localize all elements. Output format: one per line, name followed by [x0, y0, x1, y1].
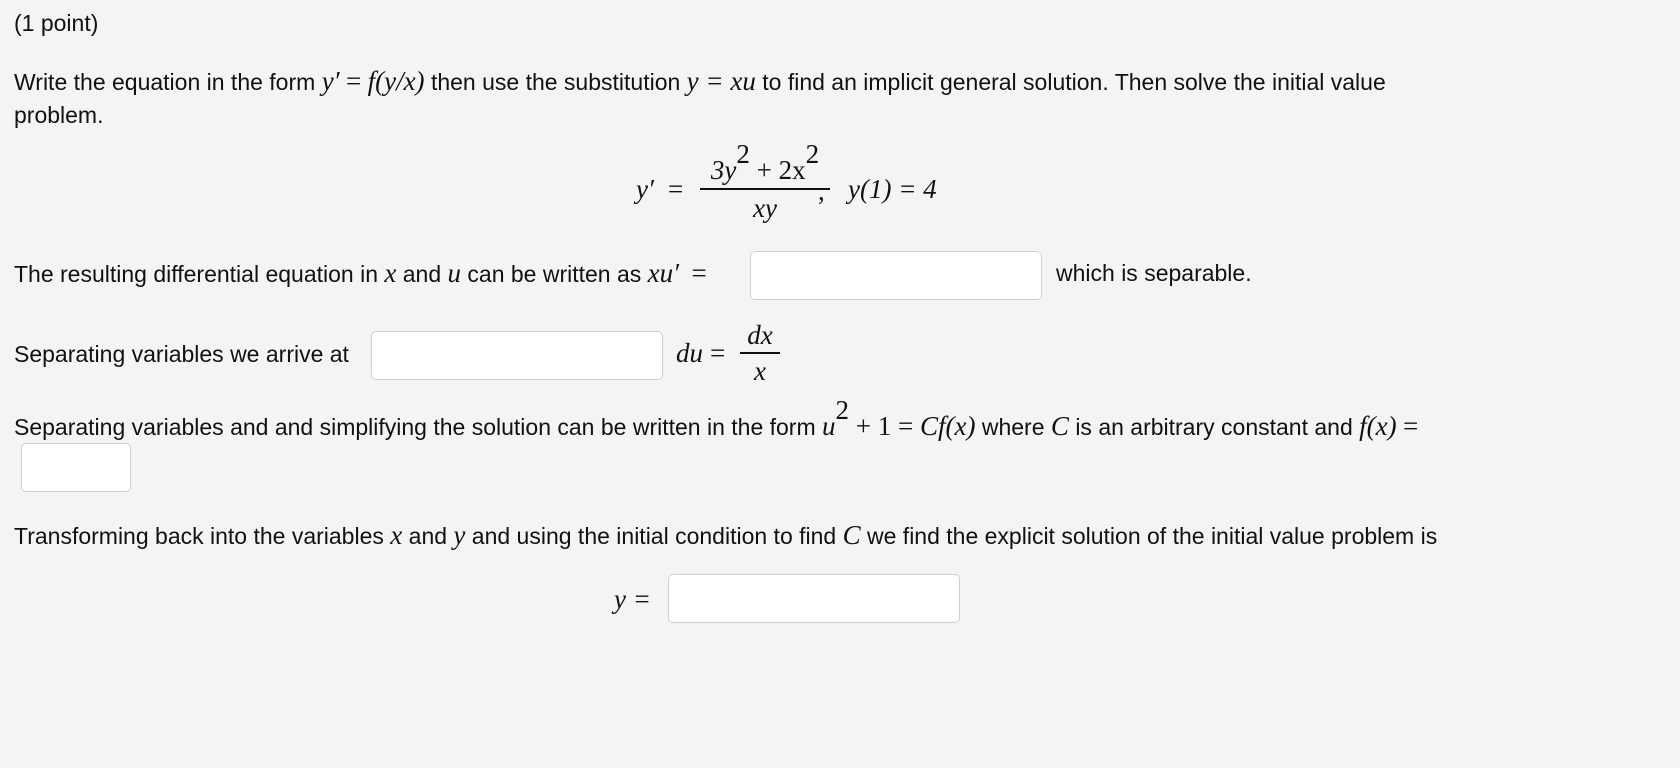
- q2-answer-input[interactable]: [371, 331, 663, 380]
- intro-text-2: then use the substitution: [430, 69, 681, 95]
- q3-equals: =: [1403, 411, 1419, 442]
- q4-text-3: we find the explicit solution of the ini…: [867, 523, 1438, 549]
- q3-text-1: Separating variables and and simplifying…: [14, 414, 816, 441]
- q1-equals: =: [691, 258, 707, 288]
- q3-text-3: is an arbitrary constant and: [1075, 414, 1353, 441]
- q4-text-2: and using the initial condition to find: [471, 523, 837, 549]
- ode-num-exp-1: 2: [736, 138, 750, 169]
- q2-du: du: [676, 338, 703, 368]
- intro-text-3: to find an implicit general solution. Th…: [762, 69, 1386, 95]
- q1-prompt: The resulting differential equation in x…: [14, 258, 707, 289]
- points-label: (1 point): [14, 10, 99, 36]
- ode-comma: ,: [818, 176, 825, 206]
- q1-text-1: The resulting differential equation in: [14, 261, 378, 287]
- intro-line-1: Write the equation in the form y′ = f(y/…: [14, 66, 1386, 97]
- intro-substitution: y = xu: [686, 66, 756, 96]
- q3-answer-input[interactable]: [21, 443, 131, 492]
- q1-var-u: u: [447, 258, 462, 288]
- q2-fraction: dx x: [740, 318, 780, 388]
- ode-num-exp-2: 2: [805, 138, 820, 169]
- intro-y-prime: y′: [321, 66, 340, 96]
- q1-and: and: [402, 261, 442, 287]
- q2-equals: =: [710, 338, 726, 368]
- ode-equals: =: [668, 174, 684, 204]
- q4-and: and: [408, 523, 448, 549]
- q4-answer-input[interactable]: [668, 574, 960, 623]
- q4-constant-c: C: [842, 520, 861, 550]
- intro-f-y-over-x: f(y/x): [367, 66, 425, 96]
- q4-var-y: y: [453, 520, 466, 550]
- intro-text-1: Write the equation in the form: [14, 69, 316, 95]
- q2-numerator: dx: [747, 320, 773, 350]
- ode-num-3y: 3y: [710, 155, 737, 185]
- q4-lhs: y =: [614, 584, 651, 614]
- q3-cfx: Cf(x): [919, 411, 976, 442]
- q4-var-x: x: [390, 520, 403, 550]
- q3-fx: f(x): [1359, 411, 1397, 442]
- ode-numerator: 3y2 + 2x2: [710, 140, 819, 188]
- ode-initial-condition: y(1) = 4: [848, 174, 937, 204]
- ode-num-2x: + 2x: [749, 155, 806, 185]
- q1-lhs: xu′: [647, 258, 680, 288]
- q1-text-3: which is separable.: [1056, 260, 1252, 286]
- q4-text-1: Transforming back into the variables: [14, 523, 384, 549]
- q3-prompt: Separating variables and and simplifying…: [14, 397, 1419, 442]
- q2-prompt: Separating variables we arrive at: [14, 341, 349, 367]
- q3-plus-one-equals: + 1 =: [849, 411, 920, 442]
- q1-var-x: x: [384, 258, 397, 288]
- ode-fraction: 3y2 + 2x2 xy: [700, 140, 830, 226]
- ode-denominator: xy: [753, 192, 777, 223]
- q4-prompt: Transforming back into the variables x a…: [14, 520, 1437, 551]
- q1-answer-input[interactable]: [750, 251, 1042, 300]
- ode-lhs: y′: [636, 174, 654, 204]
- q3-u: u: [822, 411, 836, 442]
- q3-text-2: where: [981, 414, 1045, 441]
- intro-equals: =: [345, 66, 362, 96]
- q1-text-2: can be written as: [467, 261, 642, 287]
- q3-u-exp: 2: [835, 395, 850, 425]
- intro-line-2: problem.: [14, 102, 104, 128]
- q3-constant-c: C: [1050, 411, 1069, 442]
- q2-denominator: x: [754, 355, 766, 386]
